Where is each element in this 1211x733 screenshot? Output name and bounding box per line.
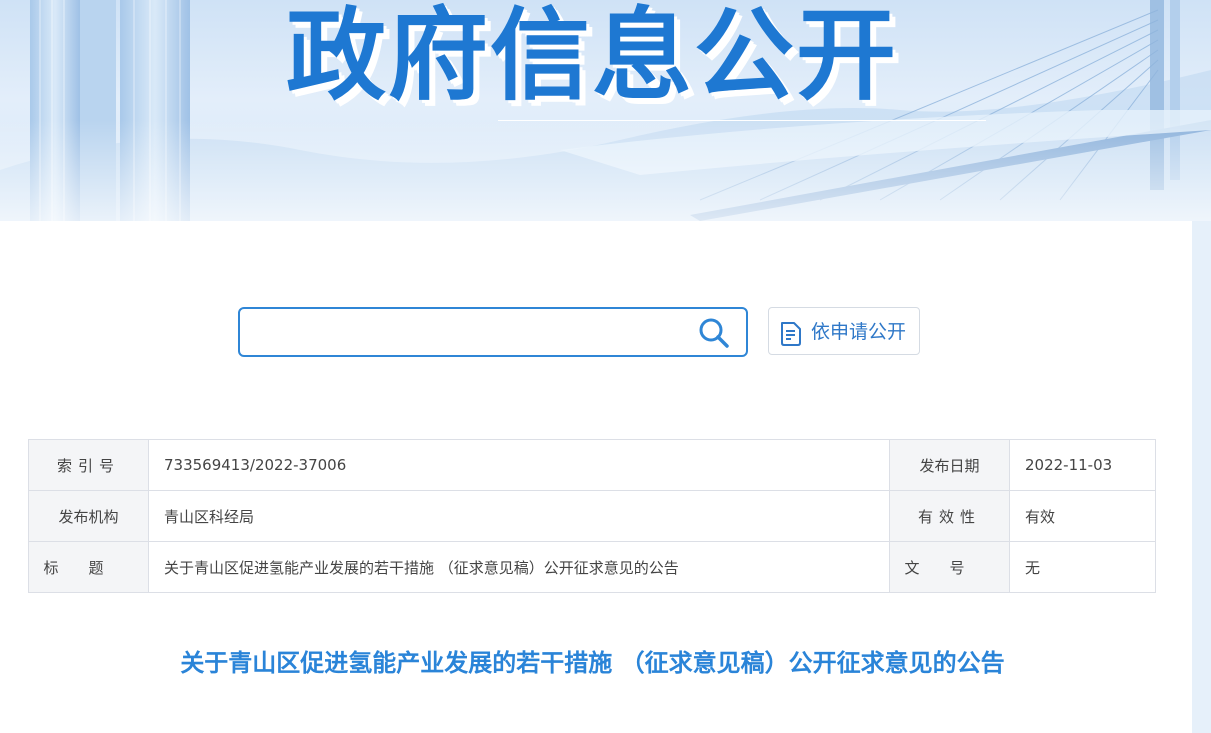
index-number-value: 733569413/2022-37006	[148, 439, 890, 491]
document-metadata-table: 索引号 733569413/2022-37006 发布日期 2022-11-03…	[28, 439, 1156, 593]
banner-title: 政府信息公开	[286, 0, 898, 114]
document-number-label: 文号	[889, 541, 1010, 593]
publish-date-value: 2022-11-03	[1009, 439, 1156, 491]
title-label: 标题	[28, 541, 149, 593]
document-number-value: 无	[1009, 541, 1156, 593]
search-button[interactable]	[696, 315, 732, 351]
validity-label: 有效性	[889, 490, 1010, 542]
index-number-label: 索引号	[28, 439, 149, 491]
table-row: 发布机构 青山区科经局 有效性 有效	[28, 490, 1156, 542]
search-box	[238, 307, 748, 357]
validity-value: 有效	[1009, 490, 1156, 542]
apply-disclosure-label: 依申请公开	[811, 321, 907, 343]
document-icon	[781, 322, 801, 346]
table-row: 标题 关于青山区促进氢能产业发展的若干措施 （征求意见稿）公开征求意见的公告 文…	[28, 541, 1156, 593]
table-row: 索引号 733569413/2022-37006 发布日期 2022-11-03	[28, 439, 1156, 491]
title-value: 关于青山区促进氢能产业发展的若干措施 （征求意见稿）公开征求意见的公告	[148, 541, 890, 593]
main-content-panel: 依申请公开 索引号 733569413/2022-37006 发布日期 2022…	[0, 221, 1192, 733]
publishing-org-value: 青山区科经局	[148, 490, 890, 542]
search-icon	[699, 318, 729, 348]
header-banner: 政府信息公开	[0, 0, 1211, 221]
right-background-strip	[1192, 221, 1211, 733]
publish-date-label: 发布日期	[889, 439, 1010, 491]
publishing-org-label: 发布机构	[28, 490, 149, 542]
article-title: 关于青山区促进氢能产业发展的若干措施 （征求意见稿）公开征求意见的公告	[180, 649, 1005, 677]
apply-disclosure-button[interactable]: 依申请公开	[768, 307, 920, 355]
search-input[interactable]	[250, 317, 694, 349]
banner-underline	[498, 120, 986, 121]
